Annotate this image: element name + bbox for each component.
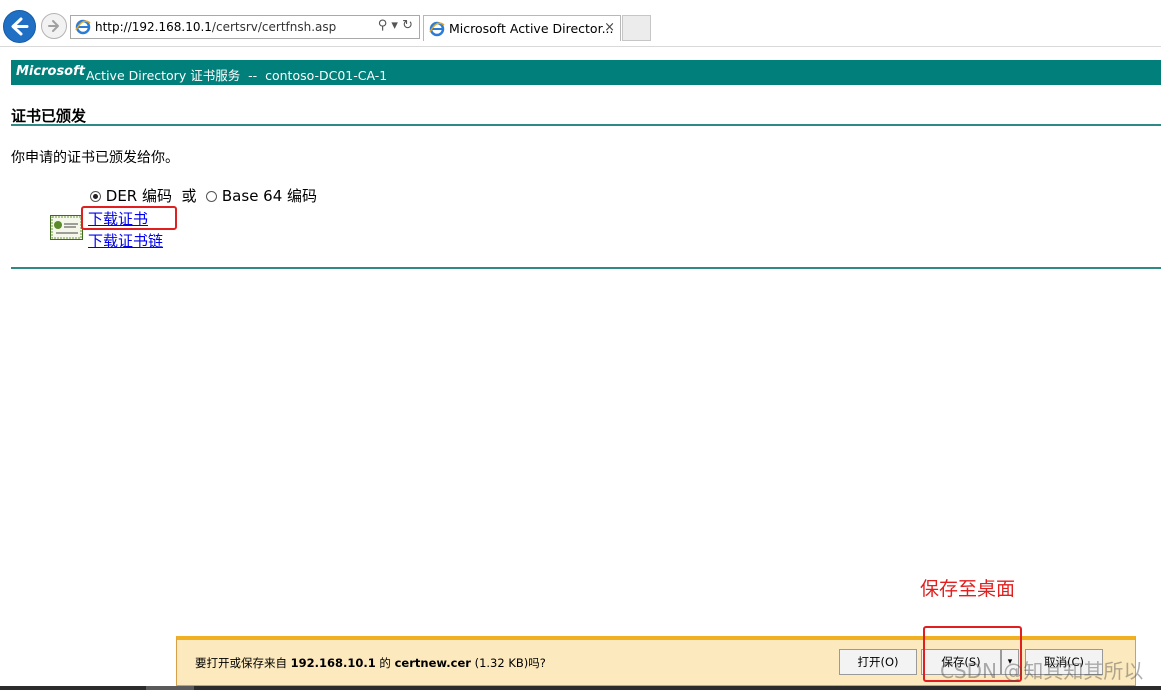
- open-button[interactable]: 打开(O): [839, 649, 917, 675]
- page-title: 证书已颁发: [11, 107, 87, 125]
- tab-title: Microsoft Active Director...: [449, 21, 614, 36]
- forward-button[interactable]: [41, 13, 67, 39]
- der-label: DER 编码: [105, 187, 172, 205]
- address-tools[interactable]: ⚲ ▾ ↻: [378, 18, 413, 33]
- download-chain-link[interactable]: 下载证书链: [88, 230, 163, 251]
- base64-label: Base 64 编码: [221, 187, 318, 205]
- new-tab-button[interactable]: [622, 15, 651, 41]
- address-bar[interactable]: http://192.168.10.1/certsrv/certfnsh.asp…: [70, 15, 420, 39]
- annotation-label: 保存至桌面: [920, 578, 1016, 600]
- download-prompt: 要打开或保存来自 192.168.10.1 的 certnew.cer (1.3…: [195, 656, 546, 670]
- der-radio[interactable]: [90, 191, 101, 202]
- arrow-left-icon: [11, 17, 29, 36]
- or-label: 或: [181, 187, 197, 205]
- browser-tab[interactable]: Microsoft Active Director... ×: [423, 15, 621, 41]
- close-icon[interactable]: ×: [604, 20, 615, 35]
- ie-icon: [429, 21, 445, 37]
- banner-brand: Microsoft: [16, 64, 85, 79]
- highlight-box: [81, 206, 177, 230]
- base64-radio[interactable]: [206, 191, 218, 202]
- certificate-icon: [50, 215, 83, 240]
- banner-title: Active Directory 证书服务 -- contoso-DC01-CA…: [82, 68, 388, 83]
- taskbar-edge: [0, 686, 1161, 690]
- browser-toolbar: http://192.168.10.1/certsrv/certfnsh.asp…: [0, 0, 1161, 47]
- arrow-right-icon: [48, 20, 59, 32]
- address-url: http://192.168.10.1/certsrv/certfnsh.asp: [95, 20, 337, 34]
- ie-icon: [75, 19, 91, 35]
- encoding-options: DER 编码 或 Base 64 编码: [90, 185, 317, 206]
- divider: [11, 267, 1161, 269]
- issued-message: 你申请的证书已颁发给你。: [11, 150, 179, 166]
- page-banner: Microsoft Active Directory 证书服务 -- conto…: [11, 60, 1161, 85]
- back-button[interactable]: [3, 10, 36, 43]
- divider: [11, 124, 1161, 126]
- watermark: CSDN @知其知其所以: [940, 659, 1144, 683]
